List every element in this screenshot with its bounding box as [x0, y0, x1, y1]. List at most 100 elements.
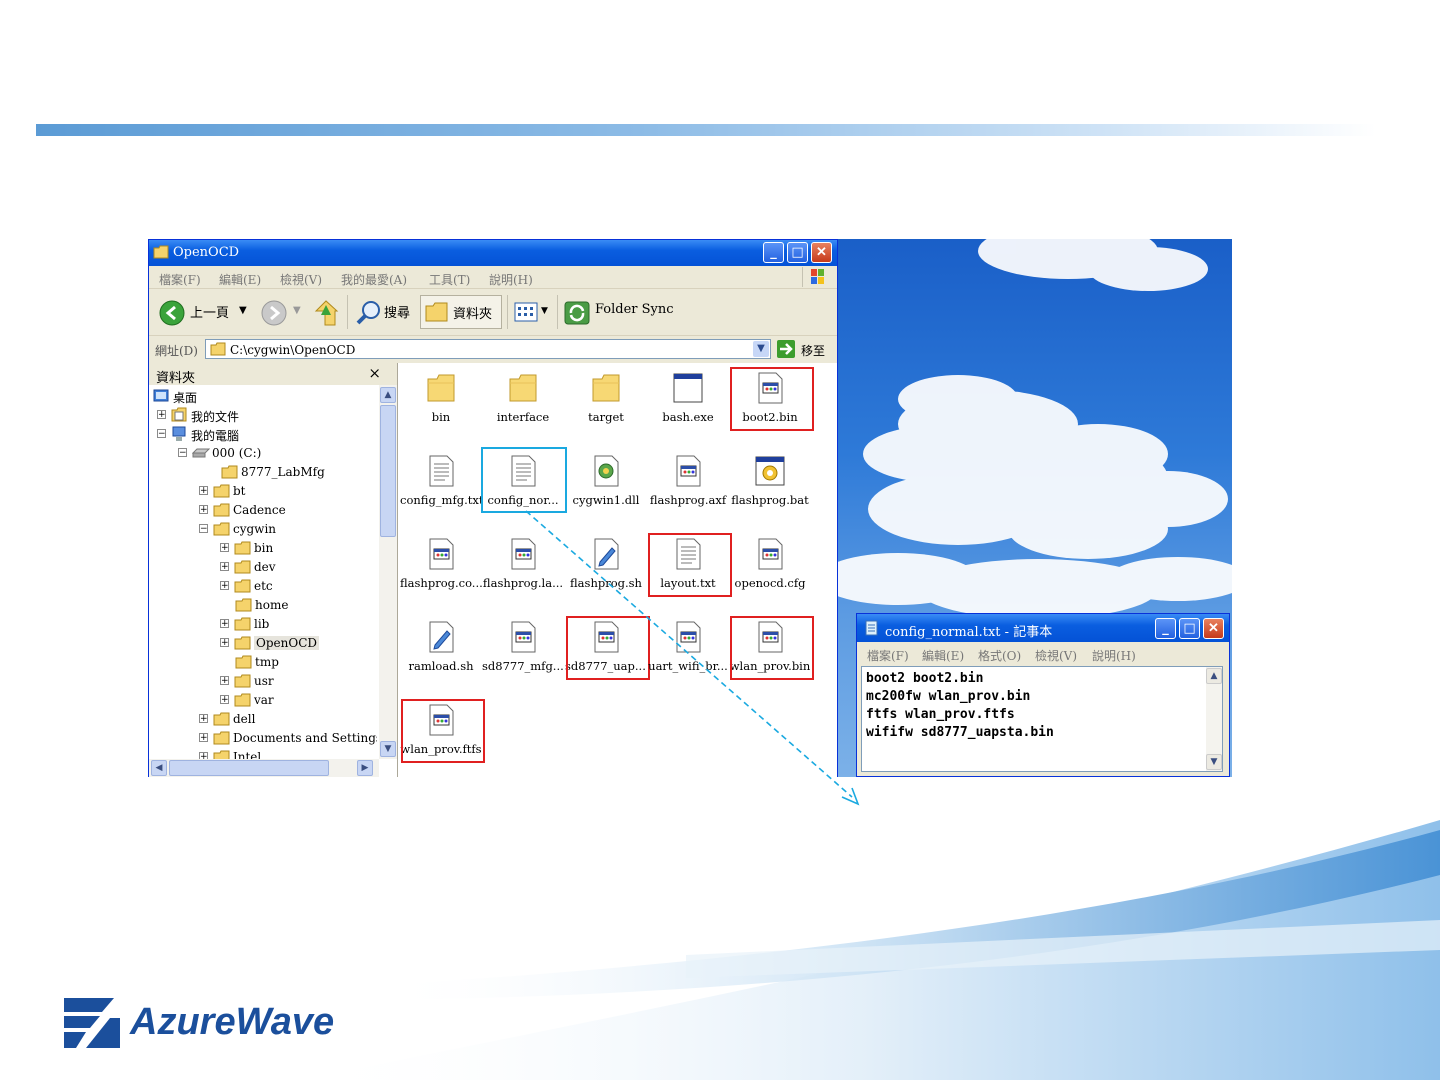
expand-icon[interactable]: + [220, 619, 229, 629]
standard-toolbar: 上一頁 ▼ ▼ 搜尋 資料夾 ▼ Folder Sync [149, 289, 837, 336]
scroll-right-icon[interactable]: ▶ [357, 760, 373, 776]
tree-horizontal-scrollbar[interactable]: ◀ ▶ [149, 759, 379, 777]
file-item[interactable]: openocd.cfg [729, 531, 811, 609]
folder-icon [234, 560, 251, 574]
red-highlight-box [566, 616, 650, 680]
minimize-button[interactable]: _ [1155, 618, 1176, 639]
go-label[interactable]: 移至 [801, 342, 825, 359]
maximize-button[interactable]: □ [1179, 618, 1200, 639]
expand-icon[interactable]: + [220, 543, 229, 553]
forward-arrow-icon[interactable] [261, 300, 287, 326]
scroll-up-icon[interactable]: ▲ [1206, 668, 1222, 684]
menu-edit[interactable]: 編輯(E) [922, 647, 964, 664]
scroll-thumb[interactable] [169, 760, 329, 776]
notepad-text-area[interactable]: boot2 boot2.bin mc200fw wlan_prov.bin ft… [861, 666, 1223, 772]
menu-help[interactable]: 說明(H) [1092, 647, 1136, 664]
file-item[interactable]: sd8777_mfg.... [482, 614, 564, 692]
file-item[interactable]: target [565, 365, 647, 443]
scroll-down-icon[interactable]: ▼ [1206, 754, 1222, 770]
expand-icon[interactable]: + [220, 581, 229, 591]
views-dropdown-icon[interactable]: ▼ [541, 306, 548, 316]
folder-icon [213, 522, 230, 536]
file-item[interactable]: flashprog.bat [729, 448, 811, 526]
go-button[interactable] [777, 340, 795, 358]
notepad-title: config_normal.txt - 記事本 [885, 625, 1053, 640]
batch-file-icon [755, 456, 785, 486]
address-dropdown-button[interactable]: ▼ [753, 341, 769, 357]
file-item[interactable]: uart_wifi_br... [647, 614, 729, 692]
collapse-icon[interactable]: − [157, 429, 166, 439]
menu-help[interactable]: 說明(H) [489, 271, 533, 288]
script-file-icon [429, 621, 454, 653]
minimize-button[interactable]: _ [763, 242, 784, 263]
back-dropdown-icon[interactable]: ▼ [239, 305, 247, 316]
file-item[interactable]: config_mfg.txt [400, 448, 482, 526]
notepad-titlebar[interactable]: config_normal.txt - 記事本 _ □ ✕ [857, 614, 1229, 642]
menu-tools[interactable]: 工具(T) [429, 271, 470, 288]
back-button[interactable]: 上一頁 [190, 302, 229, 321]
menu-edit[interactable]: 編輯(E) [219, 271, 261, 288]
expand-icon[interactable]: + [220, 638, 229, 648]
file-item[interactable]: interface [482, 365, 564, 443]
menu-favorites[interactable]: 我的最愛(A) [341, 271, 407, 288]
scroll-left-icon[interactable]: ◀ [151, 760, 167, 776]
close-button[interactable]: ✕ [1203, 618, 1224, 639]
file-item[interactable]: flashprog.sh [565, 531, 647, 609]
file-item[interactable]: ramload.sh [400, 614, 482, 692]
scroll-thumb[interactable] [380, 405, 396, 537]
notepad-scrollbar[interactable]: ▲ ▼ [1206, 667, 1222, 771]
script-file-icon [594, 538, 619, 570]
svg-text:AzureWave: AzureWave [129, 1001, 334, 1043]
folder-icon [213, 712, 230, 726]
file-name: target [588, 410, 624, 424]
expand-icon[interactable]: + [157, 410, 166, 420]
back-arrow-icon[interactable] [159, 300, 185, 326]
expand-icon[interactable]: + [199, 714, 208, 724]
text-line: mc200fw wlan_prov.bin [866, 689, 1031, 704]
menu-format[interactable]: 格式(O) [978, 647, 1021, 664]
folder-sync-button[interactable]: Folder Sync [595, 302, 674, 317]
file-item[interactable]: bash.exe [647, 365, 729, 443]
folder-icon [213, 750, 230, 759]
close-pane-icon[interactable]: × [368, 364, 381, 382]
expand-icon[interactable]: + [199, 505, 208, 515]
folder-icon [213, 484, 230, 498]
folder-icon [235, 598, 252, 612]
views-icon[interactable] [514, 301, 538, 323]
tree-vertical-scrollbar[interactable]: ▲ ▼ [379, 385, 397, 759]
desktop-icon [153, 389, 169, 402]
maximize-button[interactable]: □ [787, 242, 808, 263]
red-highlight-box [401, 699, 485, 763]
folders-button[interactable]: 資料夾 [420, 295, 502, 329]
expand-icon[interactable]: + [220, 676, 229, 686]
file-item[interactable]: cygwin1.dll [565, 448, 647, 526]
close-button[interactable]: ✕ [811, 242, 832, 263]
menu-file[interactable]: 檔案(F) [867, 647, 909, 664]
menu-file[interactable]: 檔案(F) [159, 271, 201, 288]
scroll-up-icon[interactable]: ▲ [380, 387, 396, 403]
expand-icon[interactable]: + [220, 562, 229, 572]
binary-file-icon [511, 538, 536, 570]
search-icon[interactable] [356, 300, 382, 326]
expand-icon[interactable]: + [199, 733, 208, 743]
collapse-icon[interactable]: − [178, 448, 187, 458]
expand-icon[interactable]: + [220, 695, 229, 705]
file-item[interactable]: flashprog.axf [647, 448, 729, 526]
file-item[interactable]: flashprog.co... [400, 531, 482, 609]
notepad-menu-bar: 檔案(F) 編輯(E) 格式(O) 檢視(V) 說明(H) [857, 643, 1229, 665]
folder-sync-icon[interactable] [564, 300, 590, 326]
scroll-down-icon[interactable]: ▼ [380, 741, 396, 757]
menu-view[interactable]: 檢視(V) [280, 271, 322, 288]
up-folder-icon[interactable] [313, 299, 339, 327]
file-item[interactable]: bin [400, 365, 482, 443]
expand-icon[interactable]: + [199, 486, 208, 496]
folder-icon [427, 374, 455, 402]
collapse-icon[interactable]: − [199, 524, 208, 534]
search-button[interactable]: 搜尋 [384, 302, 410, 321]
menu-view[interactable]: 檢視(V) [1035, 647, 1077, 664]
explorer-titlebar[interactable]: OpenOCD _ □ ✕ [149, 240, 837, 266]
expand-icon[interactable]: + [199, 752, 208, 759]
forward-dropdown-icon[interactable]: ▼ [293, 305, 301, 316]
address-input[interactable]: C:\cygwin\OpenOCD ▼ [205, 339, 771, 359]
file-item[interactable]: flashprog.la... [482, 531, 564, 609]
